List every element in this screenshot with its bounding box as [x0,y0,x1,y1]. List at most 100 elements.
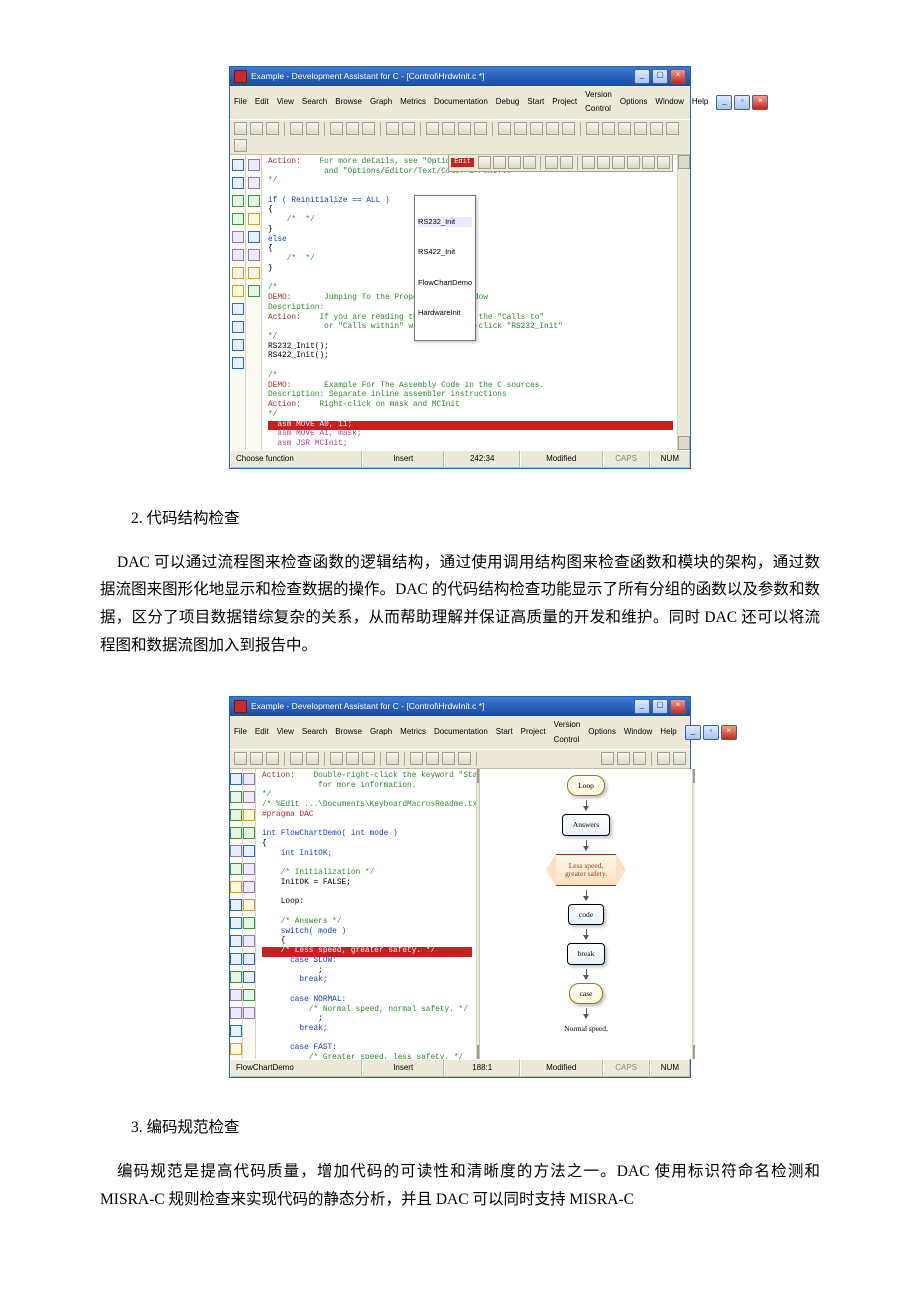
menu-window[interactable]: Window [655,95,683,109]
gutter-icon[interactable] [230,917,242,929]
menu-browse[interactable]: Browse [335,725,362,739]
tool-icon[interactable] [306,122,319,135]
tool-icon[interactable] [562,122,575,135]
doc-close-button[interactable]: × [752,95,768,110]
tool-icon[interactable] [493,156,506,169]
tool-icon[interactable] [650,122,663,135]
doc-min-button[interactable]: _ [716,95,732,110]
gutter-icon[interactable] [232,177,244,189]
tool-icon[interactable] [666,122,679,135]
toolbar[interactable] [230,119,690,155]
floating-toolbar[interactable]: Edit [448,155,673,172]
scrollbar-v[interactable] [692,769,695,1059]
gutter-icon[interactable] [243,935,255,947]
tool-icon[interactable] [508,156,521,169]
tool-icon[interactable] [657,752,670,765]
tool-icon[interactable] [290,752,303,765]
menu-options[interactable]: Options [588,725,616,739]
gutter-icon[interactable] [248,177,260,189]
flow-node-break[interactable]: break [567,943,606,965]
gutter-icon[interactable] [230,881,242,893]
tool-icon[interactable] [586,122,599,135]
menubar[interactable]: File Edit View Search Browse Graph Metri… [230,86,690,119]
gutter-icon[interactable] [230,1025,242,1037]
gutter-icon[interactable] [230,1007,242,1019]
menubar[interactable]: File Edit View Search Browse Graph Metri… [230,716,690,749]
popup-item[interactable]: FlowChartDemo [418,278,472,288]
doc-min-button[interactable]: _ [685,725,701,740]
popup-item[interactable]: RS422_Init [418,247,472,257]
menu-search[interactable]: Search [302,725,327,739]
gutter-icon[interactable] [243,863,255,875]
menu-project[interactable]: Project [552,95,577,109]
tool-icon[interactable] [545,156,558,169]
tool-icon[interactable] [386,752,399,765]
tool-icon[interactable] [266,122,279,135]
minimize-button[interactable]: _ [634,699,650,714]
menu-doc[interactable]: Documentation [434,725,488,739]
gutter-icon[interactable] [243,953,255,965]
gutter-left[interactable] [230,769,243,1059]
flow-node-loop[interactable]: Loop [567,775,605,797]
menu-debug[interactable]: Debug [496,95,520,109]
tool-icon[interactable] [362,752,375,765]
maximize-button[interactable]: ▢ [652,699,668,714]
menu-search[interactable]: Search [302,95,327,109]
gutter-icon[interactable] [232,339,244,351]
gutter-icon[interactable] [248,159,260,171]
menu-doc[interactable]: Documentation [434,95,488,109]
code-editor[interactable]: Action: Double-right-click the keyword "… [256,769,476,1059]
gutter-icon[interactable] [232,159,244,171]
flow-node-answers[interactable]: Answers [562,814,610,836]
tool-icon[interactable] [234,752,247,765]
gutter-icon[interactable] [248,267,260,279]
doc-close-button[interactable]: × [721,725,737,740]
tool-icon[interactable] [560,156,573,169]
gutter-icon[interactable] [243,971,255,983]
gutter-icon[interactable] [230,791,242,803]
tool-icon[interactable] [617,752,630,765]
gutter-icon[interactable] [243,899,255,911]
menu-edit[interactable]: Edit [255,725,269,739]
gutter-icon[interactable] [230,845,242,857]
menu-browse[interactable]: Browse [335,95,362,109]
menu-help[interactable]: Help [660,725,676,739]
tool-icon[interactable] [612,156,625,169]
scrollbar-v[interactable] [677,155,690,450]
tool-icon[interactable] [290,122,303,135]
menu-metrics[interactable]: Metrics [400,95,426,109]
tool-icon[interactable] [442,752,455,765]
gutter-right[interactable] [246,155,262,450]
tool-icon[interactable] [330,122,343,135]
menu-window[interactable]: Window [624,725,652,739]
gutter-icon[interactable] [243,917,255,929]
tool-icon[interactable] [250,752,263,765]
tool-icon[interactable] [410,752,423,765]
tool-icon[interactable] [546,122,559,135]
close-button[interactable]: × [670,69,686,84]
gutter-icon[interactable] [232,231,244,243]
flow-node-code[interactable]: code [568,904,604,926]
tool-icon[interactable] [498,122,511,135]
gutter-icon[interactable] [248,249,260,261]
tool-icon[interactable] [618,122,631,135]
menu-project[interactable]: Project [521,725,546,739]
gutter-icon[interactable] [248,213,260,225]
gutter-icon[interactable] [230,953,242,965]
gutter-icon[interactable] [243,791,255,803]
menu-vc[interactable]: Version Control [554,718,581,747]
tool-icon[interactable] [582,156,595,169]
gutter-icon[interactable] [230,827,242,839]
flowchart-panel[interactable]: Loop Answers Less speed, greater safety.… [479,769,692,1059]
tool-icon[interactable] [478,156,491,169]
tool-icon[interactable] [673,752,686,765]
minimize-button[interactable]: _ [634,69,650,84]
gutter-icon[interactable] [230,899,242,911]
gutter-icon[interactable] [243,827,255,839]
tool-icon[interactable] [530,122,543,135]
tool-icon[interactable] [523,156,536,169]
tool-icon[interactable] [250,122,263,135]
code-editor[interactable]: Action: For more details, see "Options/E… [262,155,677,450]
tool-icon[interactable] [633,752,646,765]
tool-icon[interactable] [362,122,375,135]
